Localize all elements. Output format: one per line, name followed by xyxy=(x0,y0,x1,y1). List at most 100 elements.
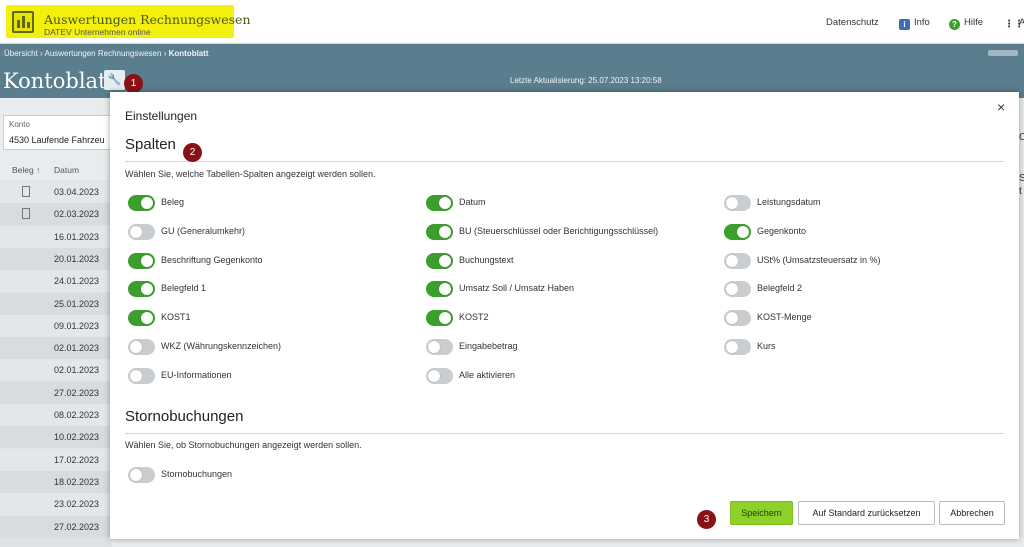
right-edge-fragment: t xyxy=(1019,186,1022,197)
section-heading-spalten: Spalten xyxy=(125,136,176,153)
nav-apps-label: A xyxy=(1019,17,1024,28)
toggle-label: Belegfeld 2 xyxy=(757,283,803,294)
table-row[interactable]: 02.03.2023 xyxy=(0,203,112,226)
breadcrumb-separator: › xyxy=(40,49,43,58)
row-date: 23.02.2023 xyxy=(54,499,100,510)
settings-wrench-button[interactable]: 🔧 xyxy=(104,70,125,90)
last-update-text: Letzte Aktualisierung: 25.07.2023 13:20:… xyxy=(510,76,662,85)
toggle-label: KOST2 xyxy=(459,312,489,323)
toggle-switch[interactable] xyxy=(426,367,453,384)
user-info-blurred xyxy=(988,50,1018,56)
app-logo-icon xyxy=(12,11,34,33)
save-button[interactable]: Speichern xyxy=(730,501,793,525)
toggle-switch[interactable] xyxy=(128,223,155,240)
toggle-label: Leistungsdatum xyxy=(757,197,821,207)
column-header-beleg[interactable]: Beleg ↑ xyxy=(12,165,40,175)
nav-info-label: Info xyxy=(914,17,930,28)
toggle-switch[interactable] xyxy=(128,310,155,327)
breadcrumb-item-auswertungen[interactable]: Auswertungen Rechnungswesen xyxy=(44,49,161,58)
table-row[interactable]: 23.02.2023 xyxy=(0,493,112,516)
breadcrumb-separator: › xyxy=(163,49,167,58)
table-row[interactable]: 02.01.2023 xyxy=(0,359,112,382)
nav-info[interactable]: i Info xyxy=(899,17,930,30)
toggle-label: BU (Steuerschlüssel oder Berichtigungssc… xyxy=(459,225,659,236)
toggle-label: USt% (Umsatzsteuersatz in %) xyxy=(757,254,881,265)
row-date: 02.01.2023 xyxy=(54,365,100,376)
toggle-label: Umsatz Soll / Umsatz Haben xyxy=(459,283,575,294)
page-header: Übersicht › Auswertungen Rechnungswesen … xyxy=(0,44,1024,98)
table-row[interactable]: 10.02.2023 xyxy=(0,426,112,449)
toggle-label: WKZ (Währungskennzeichen) xyxy=(161,341,282,351)
right-edge-fragment: C xyxy=(1019,132,1024,143)
toggle-switch[interactable] xyxy=(724,252,751,269)
app-title: Auswertungen Rechnungswesen xyxy=(44,12,251,27)
table-row[interactable]: 16.01.2023 xyxy=(0,225,112,248)
toggle-switch[interactable] xyxy=(128,252,155,269)
column-header-datum[interactable]: Datum xyxy=(54,165,79,175)
toggle-switch[interactable] xyxy=(426,195,453,211)
nav-hilfe[interactable]: ? Hilfe xyxy=(949,17,983,30)
toggle-switch[interactable] xyxy=(724,339,751,355)
toggle-label: Eingabebetrag xyxy=(459,341,518,351)
row-date: 27.02.2023 xyxy=(54,387,100,398)
toggle-label: Gegenkonto xyxy=(757,225,807,236)
toggle-label: EU-Informationen xyxy=(161,369,232,380)
apps-grid-icon: ⋮⋮ xyxy=(1004,19,1024,30)
table-row[interactable]: 08.02.2023 xyxy=(0,404,112,426)
document-icon[interactable] xyxy=(22,186,30,197)
toggle-switch[interactable] xyxy=(426,281,453,298)
section-description-storno: Wählen Sie, ob Stornobuchungen angezeigt… xyxy=(125,440,362,450)
nav-hilfe-label: Hilfe xyxy=(964,17,984,28)
toggle-label: Beschriftung Gegenkonto xyxy=(161,254,263,265)
toggle-switch[interactable] xyxy=(128,339,155,355)
toggle-label: GU (Generalumkehr) xyxy=(161,225,246,236)
toggle-label: Kurs xyxy=(757,341,776,351)
konto-select[interactable]: Konto 4530 Laufende Fahrzeu xyxy=(3,115,115,150)
row-date: 03.04.2023 xyxy=(54,187,100,197)
toggle-switch[interactable] xyxy=(426,310,453,327)
annotation-badge-3: 3 xyxy=(697,510,716,529)
reset-to-default-button[interactable]: Auf Standard zurücksetzen xyxy=(798,501,935,525)
row-date: 17.02.2023 xyxy=(54,454,100,465)
toggle-switch[interactable] xyxy=(724,223,751,240)
document-icon[interactable] xyxy=(22,208,30,220)
row-date: 08.02.2023 xyxy=(54,410,100,420)
toggle-switch[interactable] xyxy=(128,467,155,483)
nav-apps[interactable]: ⋮⋮A xyxy=(1004,17,1024,30)
row-date: 09.01.2023 xyxy=(54,320,100,331)
app-brand[interactable]: Auswertungen Rechnungswesen DATEV Untern… xyxy=(6,5,251,38)
breadcrumb-item-uebersicht[interactable]: Übersicht xyxy=(4,49,38,58)
table-row[interactable]: 24.01.2023 xyxy=(0,270,112,293)
toggle-switch[interactable] xyxy=(426,223,453,240)
table-row[interactable]: 27.02.2023 xyxy=(0,381,112,404)
toggle-switch[interactable] xyxy=(724,281,751,298)
table-row[interactable]: 03.04.2023 xyxy=(0,181,112,203)
page-title: Kontoblatt xyxy=(3,69,115,93)
table-row[interactable]: 09.01.2023 xyxy=(0,314,112,337)
table-row[interactable]: 18.02.2023 xyxy=(0,470,112,493)
cancel-button[interactable]: Abbrechen xyxy=(939,501,1005,525)
toggle-switch[interactable] xyxy=(128,367,155,384)
close-icon[interactable]: × xyxy=(997,99,1005,115)
toggle-switch[interactable] xyxy=(426,339,453,355)
divider xyxy=(125,161,1004,162)
toggle-label: Alle aktivieren xyxy=(459,369,516,380)
row-date: 24.01.2023 xyxy=(54,276,100,287)
row-date: 02.03.2023 xyxy=(54,209,100,220)
toggle-switch[interactable] xyxy=(724,310,751,327)
row-date: 27.02.2023 xyxy=(54,521,100,532)
table-row[interactable]: 17.02.2023 xyxy=(0,448,112,471)
table-row[interactable]: 02.01.2023 xyxy=(0,337,112,360)
toggle-switch[interactable] xyxy=(426,252,453,269)
toggle-label: KOST-Menge xyxy=(757,312,812,323)
nav-datenschutz[interactable]: Datenschutz xyxy=(826,17,879,28)
table-row[interactable]: 25.01.2023 xyxy=(0,292,112,315)
table-row[interactable]: 27.02.2023 xyxy=(0,515,112,538)
table-row[interactable]: 20.01.2023 xyxy=(0,247,112,270)
toggle-switch[interactable] xyxy=(128,281,155,298)
row-date: 25.01.2023 xyxy=(54,298,100,309)
row-date: 16.01.2023 xyxy=(54,231,100,242)
toggle-switch[interactable] xyxy=(128,195,155,211)
toggle-switch[interactable] xyxy=(724,195,751,211)
right-edge-fragment: S xyxy=(1019,173,1024,184)
